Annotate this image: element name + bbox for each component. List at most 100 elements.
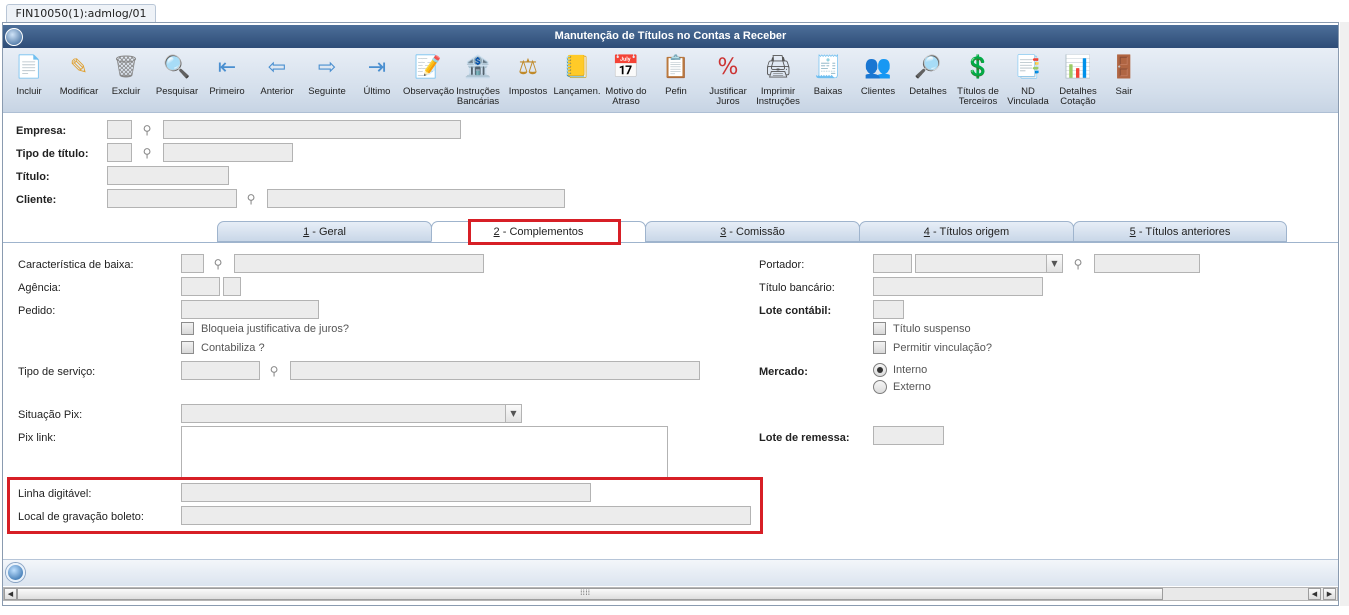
toolbar-button-7[interactable]: ⇥ Último (352, 52, 402, 97)
chevron-down-icon[interactable]: ▼ (1046, 255, 1062, 272)
agencia-field[interactable] (181, 277, 220, 296)
tipo-titulo-desc-field[interactable] (163, 143, 293, 162)
toolbar-button-18[interactable]: 🔎 Detalhes (903, 52, 953, 97)
titulo-suspenso-label: Título suspenso (893, 323, 971, 335)
scroll-left-button[interactable]: ◀ (4, 588, 17, 600)
toolbar-button-13[interactable]: 📋 Pefin (651, 52, 701, 97)
tipo-servico-label: Tipo de serviço: (18, 366, 96, 378)
program-tab[interactable]: FIN10050(1):admlog/01 (6, 4, 156, 23)
pix-link-textarea[interactable] (181, 426, 668, 478)
toolbar-label: Sair (1115, 86, 1133, 97)
toolbar-button-12[interactable]: 📅 Motivo do Atraso (601, 52, 651, 107)
lote-contabil-field[interactable] (873, 300, 904, 319)
toolbar-button-11[interactable]: 📒 Lançamen. (552, 52, 602, 97)
tipo-titulo-zoom-icon[interactable]: ⚲ (140, 146, 154, 160)
toolbar-button-3[interactable]: 🔍 Pesquisar (152, 52, 202, 97)
toolbar-button-2[interactable]: 🗑 Excluir (101, 52, 151, 97)
scroll-left-button-right[interactable]: ◀ (1308, 588, 1321, 600)
caracteristica-baixa-desc-field[interactable] (234, 254, 484, 273)
tipo-servico-desc-field[interactable] (290, 361, 700, 380)
bank-instructions-icon: 🏦 (464, 55, 492, 80)
portador-desc-field[interactable] (1094, 254, 1200, 273)
toolbar-label: Justificar Juros (709, 86, 747, 107)
lote-remessa-field[interactable] (873, 426, 944, 445)
mercado-externo-radio[interactable] (873, 380, 887, 394)
entries-icon: 📒 (563, 55, 591, 80)
toolbar-button-1[interactable]: ✎ Modificar (54, 52, 104, 97)
titulo-suspenso-checkbox[interactable] (873, 322, 886, 335)
add-document-icon: 📄 (15, 55, 43, 80)
scroll-right-button[interactable]: ▶ (1323, 588, 1336, 600)
toolbar-label: Pesquisar (155, 86, 199, 97)
system-menu-icon[interactable] (5, 28, 23, 46)
tab-titulos-anteriores[interactable]: 5 - Títulos anteriores (1073, 221, 1287, 242)
agencia-label: Agência: (18, 282, 61, 294)
printer-icon: 🖨 (764, 55, 792, 80)
toolbar-button-17[interactable]: 👥 Clientes (853, 52, 903, 97)
toolbar-button-4[interactable]: ⇤ Primeiro (202, 52, 252, 97)
situacao-pix-label: Situação Pix: (18, 409, 83, 421)
pix-link-label: Pix link: (18, 432, 56, 444)
titulo-field[interactable] (107, 166, 229, 185)
titulo-bancario-field[interactable] (873, 277, 1043, 296)
tab-geral[interactable]: 1 - Geral (217, 221, 432, 242)
tipo-titulo-code-field[interactable] (107, 143, 132, 162)
toolbar-button-21[interactable]: 📊 Detalhes Cotação (1053, 52, 1103, 107)
toolbar-button-6[interactable]: ⇨ Seguinte (302, 52, 352, 97)
toolbar-label: Incluir (16, 86, 42, 97)
portador-modality-select[interactable]: ▼ (915, 254, 1063, 273)
tipo-servico-zoom-icon[interactable]: ⚲ (267, 364, 281, 378)
toolbar-button-10[interactable]: ⚖ Impostos (503, 52, 553, 97)
toolbar-label: Modificar (59, 86, 99, 97)
toolbar-label: Instruções Bancárias (456, 86, 500, 107)
toolbar-button-14[interactable]: % Justificar Juros (703, 52, 753, 107)
empresa-zoom-icon[interactable]: ⚲ (140, 123, 154, 137)
cliente-code-field[interactable] (107, 189, 237, 208)
mercado-label: Mercado: (759, 366, 808, 378)
chevron-down-icon[interactable]: ▼ (505, 405, 521, 422)
toolbar-button-5[interactable]: ⇦ Anterior (252, 52, 302, 97)
contabiliza-checkbox[interactable] (181, 341, 194, 354)
bloqueia-juros-checkbox[interactable] (181, 322, 194, 335)
help-globe-icon[interactable] (6, 563, 25, 582)
toolbar-button-8[interactable]: 📝 Observação (403, 52, 455, 97)
portador-zoom-icon[interactable]: ⚲ (1071, 257, 1085, 271)
agencia-digit-field[interactable] (223, 277, 241, 296)
observation-icon: 📝 (414, 55, 442, 80)
empresa-code-field[interactable] (107, 120, 132, 139)
toolbar-button-0[interactable]: 📄 Incluir (4, 52, 54, 97)
tipo-servico-code-field[interactable] (181, 361, 260, 380)
tab-highlight-box (468, 219, 621, 245)
cliente-zoom-icon[interactable]: ⚲ (244, 192, 258, 206)
toolbar-button-15[interactable]: 🖨 Imprimir Instruções (753, 52, 803, 107)
pedido-field[interactable] (181, 300, 319, 319)
caracteristica-baixa-code-field[interactable] (181, 254, 204, 273)
titulo-label: Título: (16, 171, 50, 183)
next-arrow-icon: ⇨ (317, 55, 337, 80)
empresa-name-field[interactable] (163, 120, 461, 139)
toolbar-button-20[interactable]: 📑 ND Vinculada (1003, 52, 1053, 107)
toolbar-label: Observação (403, 86, 455, 97)
tab-titulos-origem[interactable]: 4 - Títulos origem (859, 221, 1074, 242)
toolbar-button-9[interactable]: 🏦 Instruções Bancárias (453, 52, 503, 107)
toolbar-label: Imprimir Instruções (756, 86, 800, 107)
toolbar-button-16[interactable]: 🧾 Baixas (803, 52, 853, 97)
toolbar-label: Pefin (665, 86, 687, 97)
toolbar-button-19[interactable]: 💲 Títulos de Terceiros (953, 52, 1003, 107)
caracteristica-baixa-zoom-icon[interactable]: ⚲ (211, 257, 225, 271)
permitir-vinculacao-checkbox[interactable] (873, 341, 886, 354)
mercado-interno-radio[interactable] (873, 363, 887, 377)
toolbar-button-22[interactable]: 🚪 Sair (1099, 52, 1149, 97)
tab-comissao[interactable]: 3 - Comissão (645, 221, 860, 242)
local-gravacao-field[interactable] (181, 506, 751, 525)
portador-code-field[interactable] (873, 254, 912, 273)
mercado-externo-label: Externo (893, 381, 931, 393)
toolbar-label: Motivo do Atraso (605, 86, 647, 107)
situacao-pix-select[interactable]: ▼ (181, 404, 522, 423)
permitir-vinculacao-label: Permitir vinculação? (893, 342, 993, 354)
toolbar-label: Clientes (860, 86, 896, 97)
cliente-name-field[interactable] (267, 189, 565, 208)
toolbar-label: ND Vinculada (1007, 86, 1049, 107)
linha-digitavel-field[interactable] (181, 483, 591, 502)
lote-remessa-label: Lote de remessa: (759, 432, 850, 444)
